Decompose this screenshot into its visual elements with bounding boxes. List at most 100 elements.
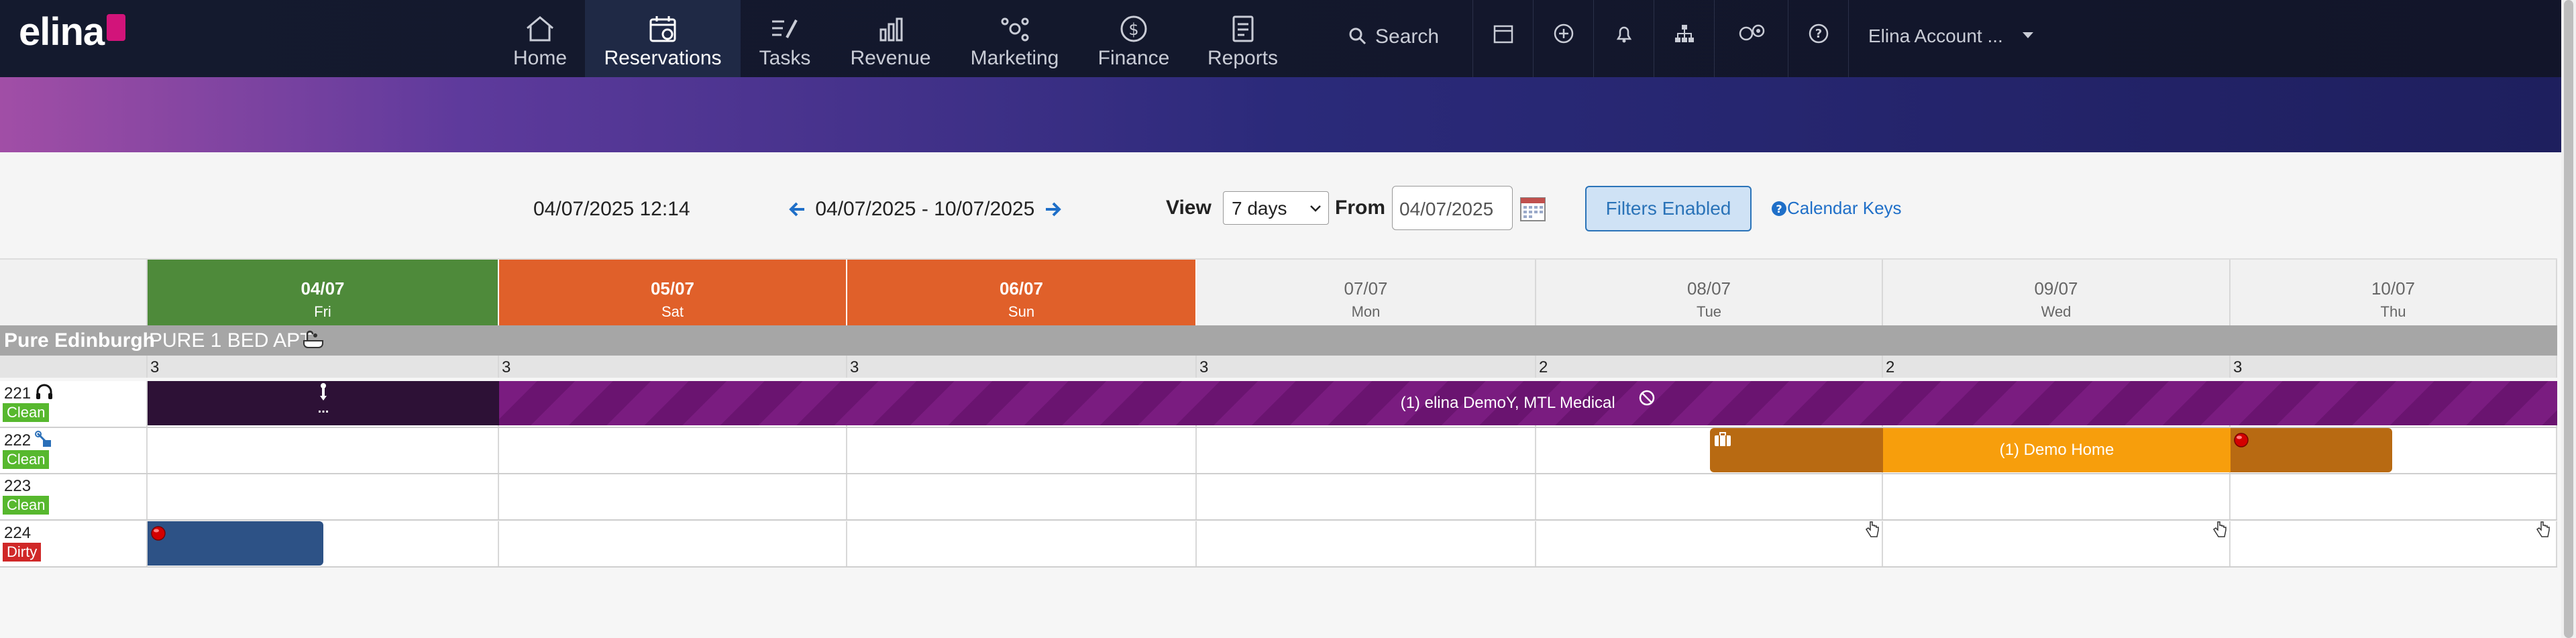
day-date: 09/07: [2034, 278, 2078, 299]
elina-logo[interactable]: elina: [19, 9, 126, 54]
help-button[interactable]: ?: [1788, 0, 1848, 77]
view-select[interactable]: 7 days: [1223, 191, 1329, 225]
room-day-cell[interactable]: [2231, 474, 2557, 519]
header-corner: [0, 260, 148, 327]
filters-enabled-button[interactable]: Filters Enabled: [1585, 186, 1752, 231]
calendar-icon: [1493, 25, 1513, 44]
room-day-cell[interactable]: [499, 474, 847, 519]
room-day-cell[interactable]: [1197, 521, 1536, 566]
room-label-cell[interactable]: 223 Clean: [0, 474, 148, 519]
day-weekday: Sun: [1008, 303, 1035, 320]
room-label-cell[interactable]: 221 Clean: [0, 381, 148, 427]
day-date: 06/07: [999, 278, 1044, 299]
nav-finance-label: Finance: [1097, 47, 1170, 69]
booking-224-checkout[interactable]: [148, 521, 323, 566]
room-day-cell[interactable]: [1197, 428, 1536, 473]
plus-circle-icon: [1554, 23, 1573, 44]
room-day-cell[interactable]: [148, 428, 499, 473]
next-arrow-icon[interactable]: [1044, 201, 1062, 218]
room-day-cell[interactable]: [499, 521, 847, 566]
help-circle-icon: ?: [1809, 23, 1828, 44]
booking-221-label: (1) elina DemoY, MTL Medical: [1400, 394, 1615, 412]
booking-222-checkout[interactable]: [2231, 428, 2392, 472]
account-menu[interactable]: Elina Account ...: [1868, 25, 2034, 47]
booking-221-blocked[interactable]: ...: [148, 381, 499, 425]
tasks-icon: [772, 19, 798, 38]
room-label-cell[interactable]: 224 Dirty: [0, 521, 148, 566]
home-icon: [527, 16, 553, 42]
room-status-badge: Clean: [3, 450, 50, 469]
structure-button[interactable]: [1654, 0, 1714, 77]
availability-count: 3: [150, 358, 160, 376]
notifications-button[interactable]: [1593, 0, 1654, 77]
nav-reservations[interactable]: Reservations: [585, 0, 741, 77]
day-header-wed[interactable]: 09/07 Wed: [1883, 260, 2231, 327]
nav-tasks[interactable]: Tasks: [748, 0, 822, 77]
day-header-sun[interactable]: 06/07 Sun: [847, 260, 1197, 327]
bell-icon: [1616, 26, 1631, 43]
room-day-cell[interactable]: [1883, 521, 2231, 566]
luggage-icon: [1715, 432, 1731, 446]
day-weekday: Sat: [661, 303, 684, 320]
room-day-cell[interactable]: [1883, 474, 2231, 519]
prev-arrow-icon[interactable]: [788, 201, 806, 218]
nav-divider: [1848, 0, 1849, 77]
nav-marketing[interactable]: Marketing: [966, 0, 1063, 77]
booking-221-reservation[interactable]: (1) elina DemoY, MTL Medical: [499, 381, 2557, 425]
availability-count: 2: [1539, 358, 1548, 376]
room-label-cell[interactable]: 222 Clean: [0, 428, 148, 473]
settings-button[interactable]: [1714, 0, 1788, 77]
group-room-type: PURE 1 BED APT: [149, 329, 313, 352]
room-day-cell[interactable]: [148, 474, 499, 519]
help-icon: ?: [1772, 201, 1786, 216]
red-dot-icon: [151, 526, 166, 541]
room-day-cell[interactable]: [1197, 474, 1536, 519]
booking-222-reservation[interactable]: (1) Demo Home: [1883, 428, 2231, 472]
scrollbar-thumb[interactable]: [2564, 0, 2573, 638]
calendar-keys-label: Calendar Keys: [1787, 198, 1902, 218]
room-day-cell[interactable]: [847, 474, 1197, 519]
add-button[interactable]: [1533, 0, 1593, 77]
nav-revenue[interactable]: Revenue: [845, 0, 936, 77]
day-header-tue[interactable]: 08/07 Tue: [1536, 260, 1883, 327]
hand-pointer-icon: [1865, 521, 1879, 537]
bathtub-icon: [303, 330, 323, 348]
booking-222-label: (1) Demo Home: [1999, 441, 2114, 459]
day-date: 10/07: [2371, 278, 2416, 299]
day-header-fri[interactable]: 04/07 Fri: [148, 260, 499, 327]
nav-search[interactable]: Search: [1348, 25, 1439, 48]
calendar-tool-button[interactable]: [1472, 0, 1533, 77]
search-icon: [1349, 28, 1366, 45]
headset-icon: [36, 384, 53, 399]
page-scrollbar[interactable]: [2561, 0, 2576, 638]
red-dot-icon: [2234, 433, 2249, 447]
room-day-cell[interactable]: [499, 428, 847, 473]
availability-row: 3 3 3 3 2 2 3: [0, 356, 2557, 378]
svg-text:?: ?: [1815, 27, 1821, 41]
date-picker-icon[interactable]: [1519, 195, 1546, 222]
availability-cell: 2: [1536, 356, 1883, 378]
calendar-keys-link[interactable]: ? Calendar Keys: [1771, 198, 1902, 219]
nav-home[interactable]: Home: [506, 0, 574, 77]
room-day-cell[interactable]: [1536, 521, 1883, 566]
day-weekday: Fri: [314, 303, 331, 320]
maintenance-icon: [35, 431, 52, 447]
group-name: Pure Edinburgh: [4, 329, 155, 352]
caret-down-icon: [2022, 32, 2033, 38]
nav-finance[interactable]: $ Finance: [1093, 0, 1174, 77]
room-day-cell[interactable]: [1536, 474, 1883, 519]
day-header-mon[interactable]: 07/07 Mon: [1197, 260, 1536, 327]
booking-222-checkin[interactable]: [1710, 428, 1883, 472]
day-header-thu[interactable]: 10/07 Thu: [2231, 260, 2557, 327]
day-weekday: Wed: [2041, 303, 2072, 320]
nav-reports[interactable]: Reports: [1204, 0, 1281, 77]
room-day-cell[interactable]: [847, 521, 1197, 566]
room-day-cell[interactable]: [2231, 521, 2557, 566]
from-date-input[interactable]: 04/07/2025: [1392, 186, 1513, 230]
room-day-cell[interactable]: [847, 428, 1197, 473]
hand-pointer-icon: [2212, 521, 2226, 537]
day-date: 05/07: [650, 278, 695, 299]
room-status-badge: Dirty: [3, 543, 42, 562]
calendar-header-row: 04/07 Fri 05/07 Sat 06/07 Sun 07/07 Mon 08/07 Tue…: [0, 258, 2557, 327]
day-header-sat[interactable]: 05/07 Sat: [499, 260, 847, 327]
